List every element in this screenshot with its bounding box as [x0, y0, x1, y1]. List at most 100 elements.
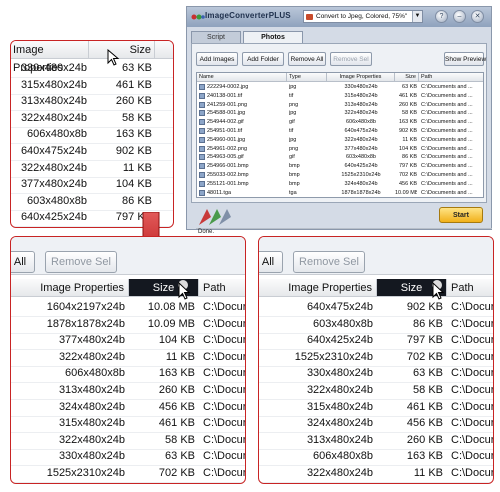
table-row[interactable]: 330x480x24b 63 KB C:\Docur: [11, 448, 245, 467]
table-row[interactable]: 255121-001.bmp bmp 324x480x24b 456 KB C:\Doc…: [197, 180, 483, 188]
column-header-path[interactable]: Path: [419, 73, 483, 82]
table-row[interactable]: 315x480x24b 461 KB: [11, 77, 173, 95]
file-list[interactable]: Name Type Image Properties Size Path 222…: [196, 72, 484, 198]
table-row[interactable]: 330x480x24b 63 KB: [11, 60, 173, 78]
cell-path: C:\Docur: [203, 433, 246, 446]
table-row[interactable]: 640x425x24b 797 KB C:\Docur: [259, 332, 493, 351]
table-row[interactable]: 603x480x8b 86 KB C:\Docur: [259, 316, 493, 334]
cell-path: C:\Documents and ...: [421, 84, 473, 90]
remove-all-button[interactable]: Remove All: [288, 52, 326, 66]
show-preview-button[interactable]: Show Preview: [444, 52, 486, 66]
table-row[interactable]: 324x480x24b 456 KB C:\Docur: [259, 415, 493, 434]
remove-sel-button[interactable]: Remove Sel: [330, 52, 372, 66]
column-header-size[interactable]: Size: [89, 41, 155, 59]
table-row[interactable]: 322x480x24b 11 KB C:\Docur: [11, 349, 245, 367]
table-row[interactable]: 315x480x24b 461 KB C:\Docur: [11, 415, 245, 434]
close-button[interactable]: ✕: [471, 10, 484, 23]
table-row[interactable]: 324x480x24b 456 KB C:\Docur: [11, 399, 245, 417]
tab-photos[interactable]: Photos: [243, 31, 303, 43]
table-row[interactable]: 377x480x24b 104 KB C:\Docur: [11, 332, 245, 351]
table-row[interactable]: 315x480x24b 461 KB C:\Docur: [259, 399, 493, 417]
title-bar[interactable]: ImageConverterPLUS Convert to Jpeg, Colo…: [187, 7, 491, 27]
table-row[interactable]: 313x480x24b 260 KB C:\Docur: [11, 382, 245, 400]
table-row[interactable]: 322x480x24b 58 KB C:\Docur: [259, 382, 493, 400]
table-row[interactable]: 255033-002.bmp bmp 1525x2310x24b 702 KB C:\D…: [197, 171, 483, 179]
table-row[interactable]: 254588-001.jpg jpg 322x480x24b 58 KB C:\Docu…: [197, 109, 483, 117]
table-row[interactable]: 606x480x8b 163 KB C:\Docur: [11, 365, 245, 384]
table-row[interactable]: 1525x2310x24b 702 KB C:\Docur: [11, 465, 245, 483]
table-row[interactable]: 254944-002.gif gif 606x480x8b 163 KB C:\Docu…: [197, 118, 483, 126]
table-row[interactable]: 606x480x8b 163 KB: [11, 126, 173, 145]
column-header-properties[interactable]: Image Properties: [11, 41, 89, 74]
cell-size: 461 KB: [115, 78, 152, 91]
app-window: ImageConverterPLUS Convert to Jpeg, Colo…: [186, 6, 492, 235]
column-header-name[interactable]: Name: [197, 73, 287, 82]
cell-type: jpg: [289, 110, 297, 117]
table-row[interactable]: 1878x1878x24b 10.09 MB C:\Docur: [11, 316, 245, 334]
remove-sel-button[interactable]: Remove Sel: [293, 251, 365, 273]
image-file-icon: [199, 163, 205, 170]
remove-sel-button[interactable]: Remove Sel: [45, 251, 117, 273]
table-row[interactable]: 254963-005.gif gif 603x480x8b 86 KB C:\Docum…: [197, 153, 483, 161]
cell-type: tif: [289, 128, 294, 134]
toolbar: All Remove Sel: [11, 237, 245, 275]
table-row[interactable]: 254951-001.tif tif 640x475x24b 902 KB C:\Doc…: [197, 127, 483, 135]
cell-type: tga: [289, 189, 297, 196]
table-row[interactable]: 640x475x24b 902 KB: [11, 143, 173, 161]
cell-properties: 603x480x8b: [346, 154, 376, 161]
table-row[interactable]: 48011.tga tga 1878x1878x24b 10.09 MB C:\Docu…: [197, 189, 483, 197]
cell-properties: 322x480x24b: [58, 433, 125, 446]
table-row[interactable]: 254966-001.bmp bmp 640x425x24b 797 KB C:\Doc…: [197, 162, 483, 170]
add-folder-button[interactable]: Add Folder: [242, 52, 284, 66]
table-row[interactable]: 240138-001.tif tif 315x480x24b 461 KB C:\Doc…: [197, 92, 483, 100]
column-header-properties[interactable]: Image Properties: [11, 279, 129, 297]
column-header-size[interactable]: Size: [395, 73, 419, 82]
cell-size: 902 KB: [398, 128, 417, 134]
minimize-button[interactable]: –: [453, 10, 466, 23]
table-row[interactable]: 322x480x24b 11 KB C:\Docur: [259, 465, 493, 483]
table-row[interactable]: 1604x2197x24b 10.08 MB C:\Docur: [11, 299, 245, 317]
table-row[interactable]: 606x480x8b 163 KB C:\Docur: [259, 448, 493, 467]
remove-all-button[interactable]: All: [11, 251, 35, 273]
table-row[interactable]: 322x480x24b 58 KB C:\Docur: [11, 432, 246, 450]
column-header-path[interactable]: Path: [447, 279, 493, 297]
help-button[interactable]: ?: [435, 10, 448, 23]
table-row[interactable]: 313x480x24b 260 KB C:\Docur: [259, 432, 493, 450]
table-row[interactable]: 313x480x24b 260 KB: [11, 93, 173, 112]
table-row[interactable]: 322x480x24b 58 KB: [11, 110, 173, 128]
add-images-button[interactable]: Add Images: [196, 52, 238, 66]
column-header-path[interactable]: Path: [199, 279, 245, 297]
table-row[interactable]: 1525x2310x24b 702 KB C:\Docur: [259, 349, 493, 367]
cell-name: 255033-002.bmp: [207, 172, 249, 178]
table-row[interactable]: 330x480x24b 63 KB C:\Docur: [259, 365, 493, 384]
table-row[interactable]: 377x480x24b 104 KB: [11, 176, 173, 195]
table-row[interactable]: 241259-001.png png 313x480x24b 260 KB C:\Doc…: [197, 101, 483, 109]
column-header-type[interactable]: Type: [287, 73, 327, 82]
cell-name: 254963-005.gif: [207, 154, 244, 161]
remove-all-button[interactable]: All: [259, 251, 283, 273]
chevron-down-icon[interactable]: ▼: [412, 11, 422, 22]
tab-script[interactable]: Script: [191, 31, 241, 43]
cell-path: C:\Documents and ...: [421, 92, 473, 99]
column-header-path[interactable]: [155, 41, 173, 59]
cell-size: 461 KB: [398, 92, 417, 99]
cell-properties: 603x480x8b: [27, 194, 87, 207]
cell-properties: 1878x1878x24b: [341, 189, 381, 196]
column-header-properties[interactable]: Image Properties: [259, 279, 377, 297]
image-file-icon: [199, 189, 205, 196]
table-row[interactable]: 254960-001.jpg jpg 322x480x24b 11 KB C:\Docu…: [197, 136, 483, 144]
table-row[interactable]: 222294-0002.jpg jpg 330x480x24b 63 KB C:\Doc…: [197, 83, 483, 91]
cell-properties: 330x480x24b: [344, 84, 378, 90]
start-button[interactable]: Start: [439, 207, 483, 223]
cell-properties: 324x480x24b: [344, 180, 378, 187]
column-header-properties[interactable]: Image Properties: [327, 73, 395, 82]
cell-path: C:\Documents and ...: [421, 101, 473, 108]
cell-properties: 322x480x24b: [344, 136, 378, 143]
table-row[interactable]: 640x475x24b 902 KB C:\Docur: [259, 299, 493, 317]
image-file-icon: [199, 101, 205, 108]
table-row[interactable]: 603x480x8b 86 KB: [11, 193, 173, 211]
table-row[interactable]: 254961-002.png png 377x480x24b 104 KB C:\Doc…: [197, 145, 483, 153]
table-row[interactable]: 322x480x24b 11 KB: [11, 160, 173, 178]
preset-select[interactable]: Convert to Jpeg, Colored, 75%" ▼: [303, 10, 423, 23]
cell-name: 254966-001.bmp: [207, 163, 249, 170]
